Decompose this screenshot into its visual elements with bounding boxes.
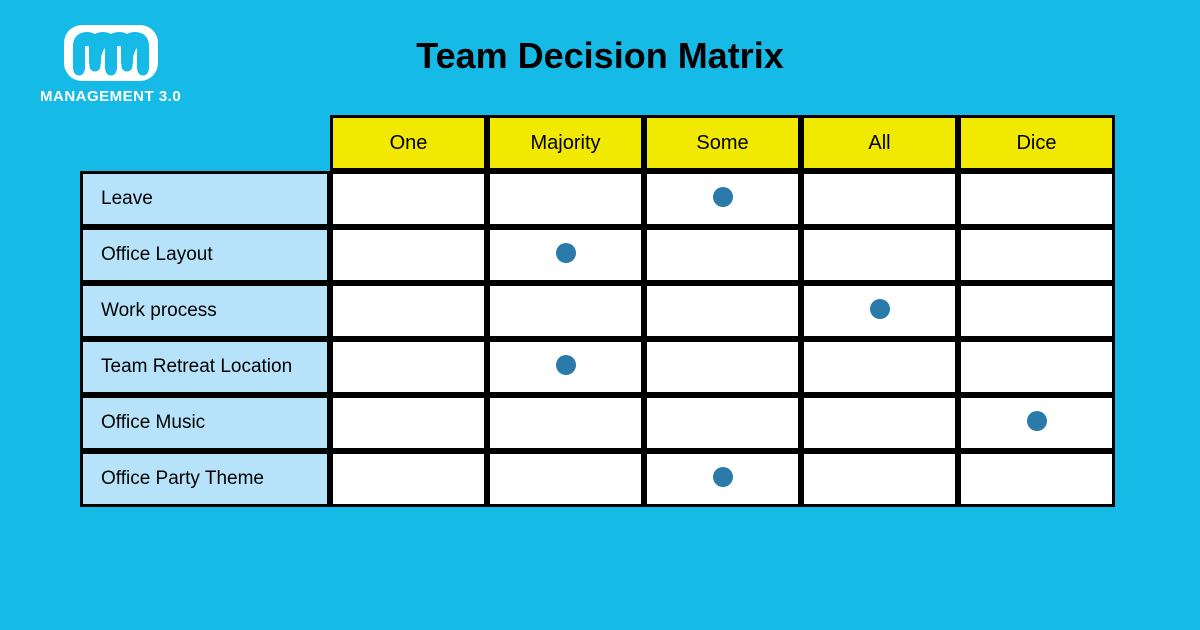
- selection-dot-icon: [556, 355, 576, 375]
- cell: [644, 451, 801, 507]
- cell: [330, 451, 487, 507]
- cell: [958, 395, 1115, 451]
- table-row: Team Retreat Location: [80, 339, 1115, 395]
- cell: [958, 339, 1115, 395]
- cell: [644, 283, 801, 339]
- cell: [487, 283, 644, 339]
- row-header: Office Party Theme: [80, 451, 330, 507]
- cell: [958, 283, 1115, 339]
- cell: [330, 339, 487, 395]
- cell: [487, 171, 644, 227]
- selection-dot-icon: [713, 187, 733, 207]
- row-header: Office Layout: [80, 227, 330, 283]
- row-header: Leave: [80, 171, 330, 227]
- col-header-majority: Majority: [487, 115, 644, 171]
- row-header: Work process: [80, 283, 330, 339]
- header-row: One Majority Some All Dice: [80, 115, 1115, 171]
- cell: [487, 395, 644, 451]
- cell: [801, 395, 958, 451]
- cell: [801, 171, 958, 227]
- corner-empty-cell: [80, 115, 330, 171]
- cell: [958, 451, 1115, 507]
- selection-dot-icon: [870, 299, 890, 319]
- cell: [330, 395, 487, 451]
- cell: [644, 395, 801, 451]
- cell: [487, 339, 644, 395]
- cell: [958, 227, 1115, 283]
- cell: [644, 227, 801, 283]
- cell: [487, 227, 644, 283]
- cell: [801, 451, 958, 507]
- cell: [330, 171, 487, 227]
- col-header-all: All: [801, 115, 958, 171]
- decision-matrix-table: One Majority Some All Dice Leave Office …: [80, 115, 1115, 507]
- cell: [487, 451, 644, 507]
- table-row: Office Music: [80, 395, 1115, 451]
- cell: [644, 171, 801, 227]
- cell: [801, 283, 958, 339]
- cell: [958, 171, 1115, 227]
- row-header: Team Retreat Location: [80, 339, 330, 395]
- col-header-one: One: [330, 115, 487, 171]
- col-header-dice: Dice: [958, 115, 1115, 171]
- cell: [330, 227, 487, 283]
- table-row: Office Layout: [80, 227, 1115, 283]
- col-header-some: Some: [644, 115, 801, 171]
- table-row: Work process: [80, 283, 1115, 339]
- cell: [330, 283, 487, 339]
- selection-dot-icon: [556, 243, 576, 263]
- cell: [644, 339, 801, 395]
- cell: [801, 227, 958, 283]
- selection-dot-icon: [713, 467, 733, 487]
- page-title: Team Decision Matrix: [0, 35, 1200, 77]
- table-row: Leave: [80, 171, 1115, 227]
- brand-text: MANAGEMENT 3.0: [40, 88, 181, 105]
- table-row: Office Party Theme: [80, 451, 1115, 507]
- row-header: Office Music: [80, 395, 330, 451]
- selection-dot-icon: [1027, 411, 1047, 431]
- cell: [801, 339, 958, 395]
